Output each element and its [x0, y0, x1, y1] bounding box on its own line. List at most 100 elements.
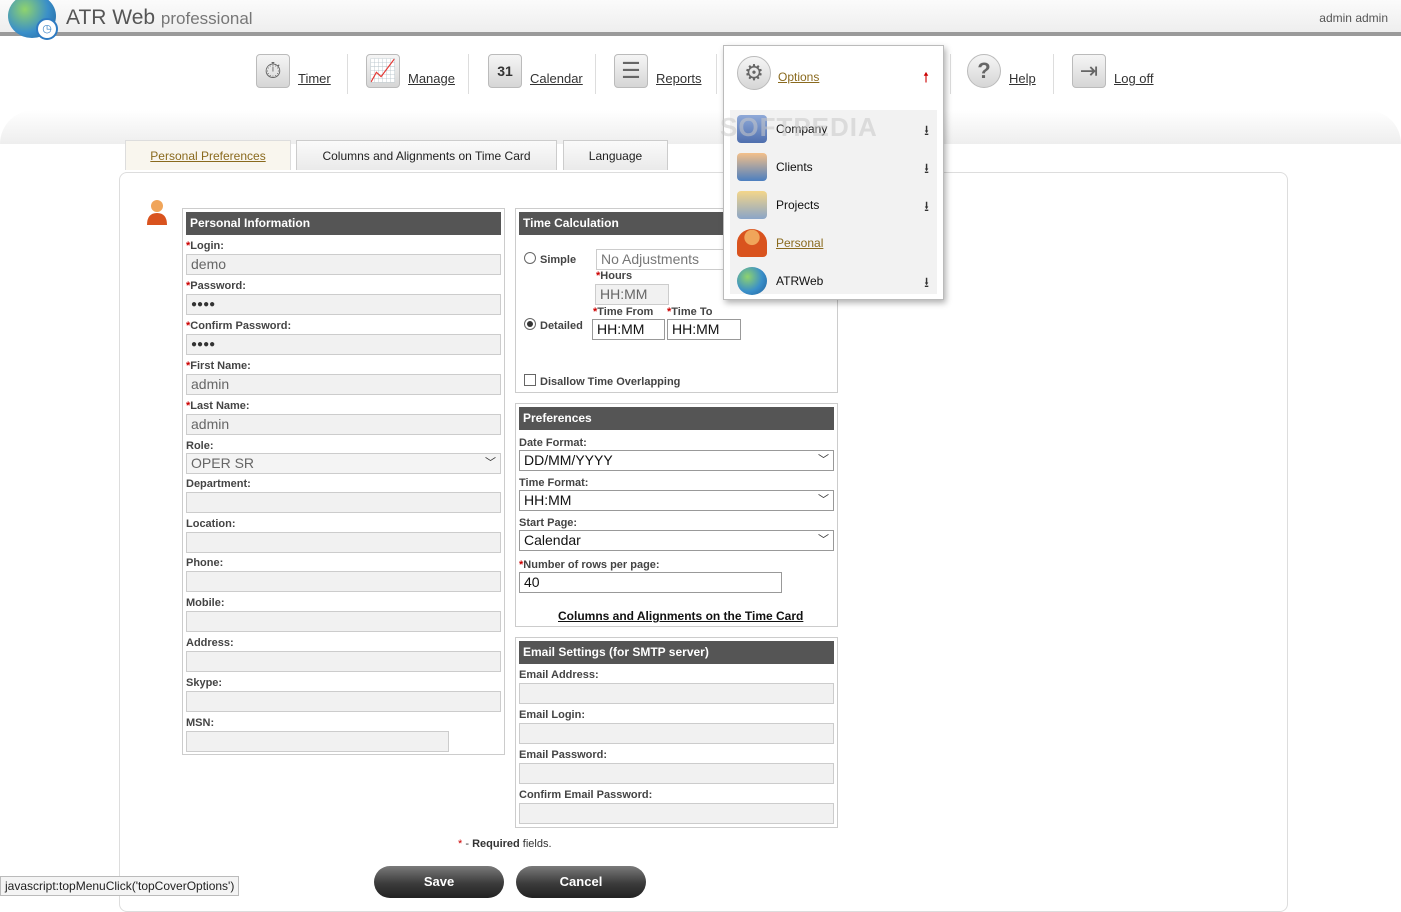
download-icon[interactable]: ⭳: [924, 120, 929, 144]
role-select[interactable]: OPER SR ﹀: [186, 453, 501, 474]
hours-field[interactable]: HH:MM: [595, 284, 669, 305]
nav-logoff[interactable]: ⇥ Log off: [1072, 52, 1154, 112]
stopwatch-icon: ⏱: [256, 54, 290, 88]
options-menu-header[interactable]: ⚙ Options 🠕: [724, 46, 943, 110]
arrow-up-icon[interactable]: 🠕: [923, 67, 929, 91]
hours-label: *Hours: [596, 270, 633, 282]
time-format-label: Time Format:: [519, 477, 589, 489]
role-label: Role:: [186, 440, 214, 452]
skype-field[interactable]: [186, 691, 501, 712]
msn-label: MSN:: [186, 717, 215, 729]
time-from-field[interactable]: HH:MM: [592, 319, 665, 340]
date-format-label: Date Format:: [519, 437, 587, 449]
time-from-label: *Time From: [593, 306, 654, 318]
simple-label: Simple: [540, 254, 577, 266]
chevron-down-icon: ﹀: [485, 457, 496, 469]
department-label: Department:: [186, 478, 251, 490]
softpedia-watermark: SOFTPEDIA: [720, 112, 878, 142]
options-item-personal[interactable]: Personal: [724, 225, 943, 261]
start-page-label: Start Page:: [519, 517, 578, 529]
last-name-label: *Last Name:: [186, 400, 250, 412]
password-field[interactable]: ●●●●: [186, 294, 501, 315]
gear-icon: ⚙: [737, 56, 771, 90]
nav-timer[interactable]: ⏱ Timer: [256, 52, 331, 112]
nav-calendar[interactable]: 31 Calendar: [488, 52, 583, 112]
rows-per-page-field[interactable]: 40: [519, 572, 782, 593]
first-name-field[interactable]: admin: [186, 374, 501, 395]
address-field[interactable]: [186, 651, 501, 672]
download-icon[interactable]: ⭳: [924, 196, 929, 220]
confirm-email-password-label: Confirm Email Password:: [519, 789, 653, 801]
email-password-label: Email Password:: [519, 749, 608, 761]
report-icon: ☰: [614, 54, 648, 88]
options-item-personal-label: Personal: [776, 236, 824, 250]
people-icon: [737, 153, 767, 181]
nav-manage-label: Manage: [408, 71, 455, 86]
chart-icon: 📈: [366, 54, 400, 88]
nav-logoff-label: Log off: [1114, 71, 1154, 86]
start-page-select[interactable]: Calendar ﹀: [519, 530, 834, 551]
msn-field[interactable]: [186, 731, 449, 752]
options-item-atrweb[interactable]: ATRWeb ⭳: [724, 263, 943, 299]
skype-label: Skype:: [186, 677, 223, 689]
download-icon[interactable]: ⭳: [924, 158, 929, 182]
options-item-clients[interactable]: Clients ⭳: [724, 149, 943, 185]
first-name-label: *First Name:: [186, 360, 251, 372]
confirm-password-label: *Confirm Password:: [186, 320, 292, 332]
app-header: ◷ ATR Web professional admin admin: [0, 0, 1401, 40]
password-label: *Password:: [186, 280, 246, 292]
help-icon: ?: [967, 54, 1001, 88]
email-address-field[interactable]: [519, 683, 834, 704]
disallow-overlap-label: Disallow Time Overlapping: [540, 376, 681, 388]
tab-language[interactable]: Language: [563, 140, 668, 170]
detailed-label: Detailed: [540, 320, 583, 332]
header-band: [0, 110, 1401, 144]
preferences-title: Preferences: [519, 407, 834, 430]
location-field[interactable]: [186, 532, 501, 553]
email-password-field[interactable]: [519, 763, 834, 784]
simple-radio[interactable]: [524, 252, 536, 264]
tab-personal-preferences[interactable]: Personal Preferences: [125, 140, 291, 170]
detailed-radio[interactable]: [524, 318, 536, 330]
options-item-projects[interactable]: Projects ⭳: [724, 187, 943, 223]
calendar-icon: 31: [488, 54, 522, 88]
cancel-button[interactable]: Cancel: [516, 866, 646, 898]
nav-help[interactable]: ? Help: [967, 52, 1036, 112]
phone-field[interactable]: [186, 571, 501, 592]
last-name-field[interactable]: admin: [186, 414, 501, 435]
phone-label: Phone:: [186, 557, 224, 569]
folder-gear-icon: [737, 191, 767, 219]
nav-manage[interactable]: 📈 Manage: [366, 52, 455, 112]
save-button[interactable]: Save: [374, 866, 504, 898]
time-format-select[interactable]: HH:MM ﹀: [519, 490, 834, 511]
department-field[interactable]: [186, 492, 501, 513]
simple-adjustment-select[interactable]: No Adjustments: [596, 249, 736, 270]
nav-reports[interactable]: ☰ Reports: [614, 52, 702, 112]
date-format-select[interactable]: DD/MM/YYYY ﹀: [519, 450, 834, 471]
confirm-email-password-field[interactable]: [519, 803, 834, 824]
person-icon: [147, 200, 167, 225]
time-to-field[interactable]: HH:MM: [667, 319, 741, 340]
rows-per-page-label: *Number of rows per page:: [519, 559, 660, 571]
time-to-label: *Time To: [667, 306, 713, 318]
tab-columns-alignments[interactable]: Columns and Alignments on Time Card: [296, 140, 557, 170]
globe-icon: [737, 267, 767, 295]
mobile-field[interactable]: [186, 611, 501, 632]
chevron-down-icon: ﹀: [818, 454, 829, 466]
login-field[interactable]: demo: [186, 254, 501, 275]
location-label: Location:: [186, 518, 236, 530]
nav-help-label: Help: [1009, 71, 1036, 86]
disallow-overlap-checkbox[interactable]: [524, 374, 536, 386]
columns-alignments-link[interactable]: Columns and Alignments on the Time Card: [558, 609, 803, 623]
login-label: *Login:: [186, 240, 224, 252]
confirm-password-field[interactable]: ●●●●: [186, 334, 501, 355]
address-label: Address:: [186, 637, 234, 649]
download-icon[interactable]: ⭳: [924, 272, 929, 296]
required-fields-note: * - Required fields.: [458, 838, 552, 850]
nav-timer-label: Timer: [298, 71, 331, 86]
options-menu-title: Options: [778, 70, 820, 84]
chevron-down-icon: ﹀: [818, 494, 829, 506]
email-login-field[interactable]: [519, 723, 834, 744]
chevron-down-icon: ﹀: [818, 534, 829, 546]
options-dropdown-menu: ⚙ Options 🠕 Company ⭳ Clients ⭳ Projects…: [723, 45, 944, 300]
